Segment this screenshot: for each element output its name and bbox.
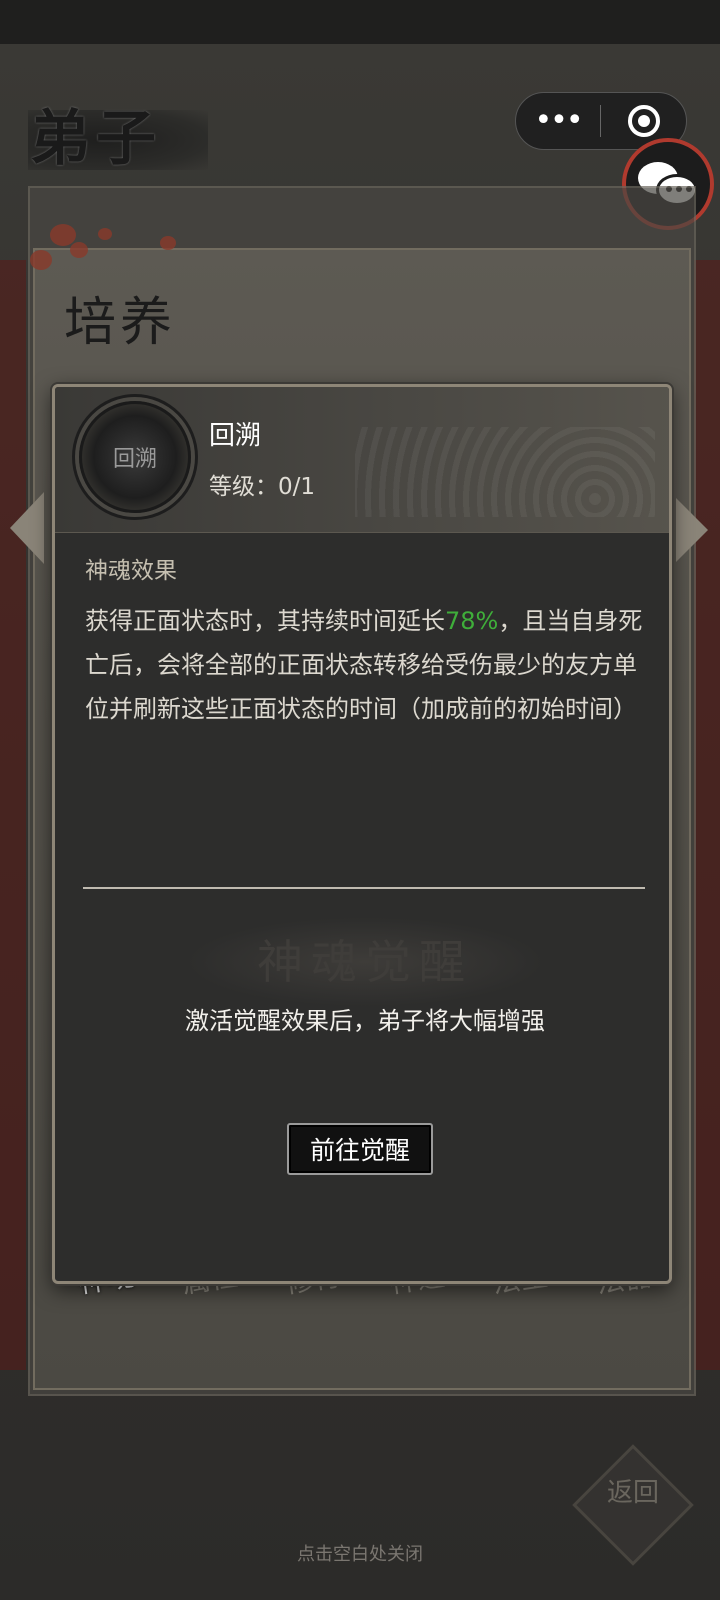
- curtain-decoration-right: [694, 260, 720, 1370]
- close-miniprogram-button[interactable]: [601, 105, 686, 137]
- goto-awaken-button[interactable]: 前往觉醒: [287, 1123, 433, 1175]
- skill-icon-label: 回溯: [112, 447, 157, 472]
- description-text: 获得正面状态时，其持续时间延长: [85, 607, 445, 635]
- more-dots-icon[interactable]: •••: [516, 92, 600, 150]
- awaken-note: 激活觉醒效果后，弟子将大幅增强: [185, 1007, 545, 1035]
- status-bar: [0, 0, 720, 44]
- divider: [83, 887, 645, 889]
- close-hint[interactable]: 点击空白处关闭: [0, 1540, 720, 1566]
- background-heading: 神魂觉醒: [185, 917, 545, 1007]
- prev-arrow-icon[interactable]: [10, 492, 44, 564]
- skill-detail-popup: 回溯 回溯 等级：0/1 神魂效果 获得正面状态时，其持续时间延长78%，且当自…: [52, 384, 672, 1284]
- wave-pattern-decoration: [355, 427, 655, 517]
- skill-level: 等级：0/1: [209, 474, 316, 500]
- curtain-decoration-left: [0, 260, 26, 1370]
- cultivation-title: 培养: [64, 293, 177, 353]
- skill-description: 获得正面状态时，其持续时间延长78%，且当自身死亡后，会将全部的正面状态转移给受…: [85, 599, 645, 731]
- highlight-value: 78%: [445, 607, 499, 635]
- return-label: 返回: [606, 1478, 659, 1508]
- section-label: 神魂效果: [85, 558, 177, 584]
- skill-icon: 回溯: [79, 401, 191, 513]
- page-title: 弟子: [30, 104, 162, 174]
- next-arrow-icon[interactable]: [676, 498, 708, 562]
- target-circle-icon: [627, 105, 660, 137]
- skill-name: 回溯: [209, 421, 262, 451]
